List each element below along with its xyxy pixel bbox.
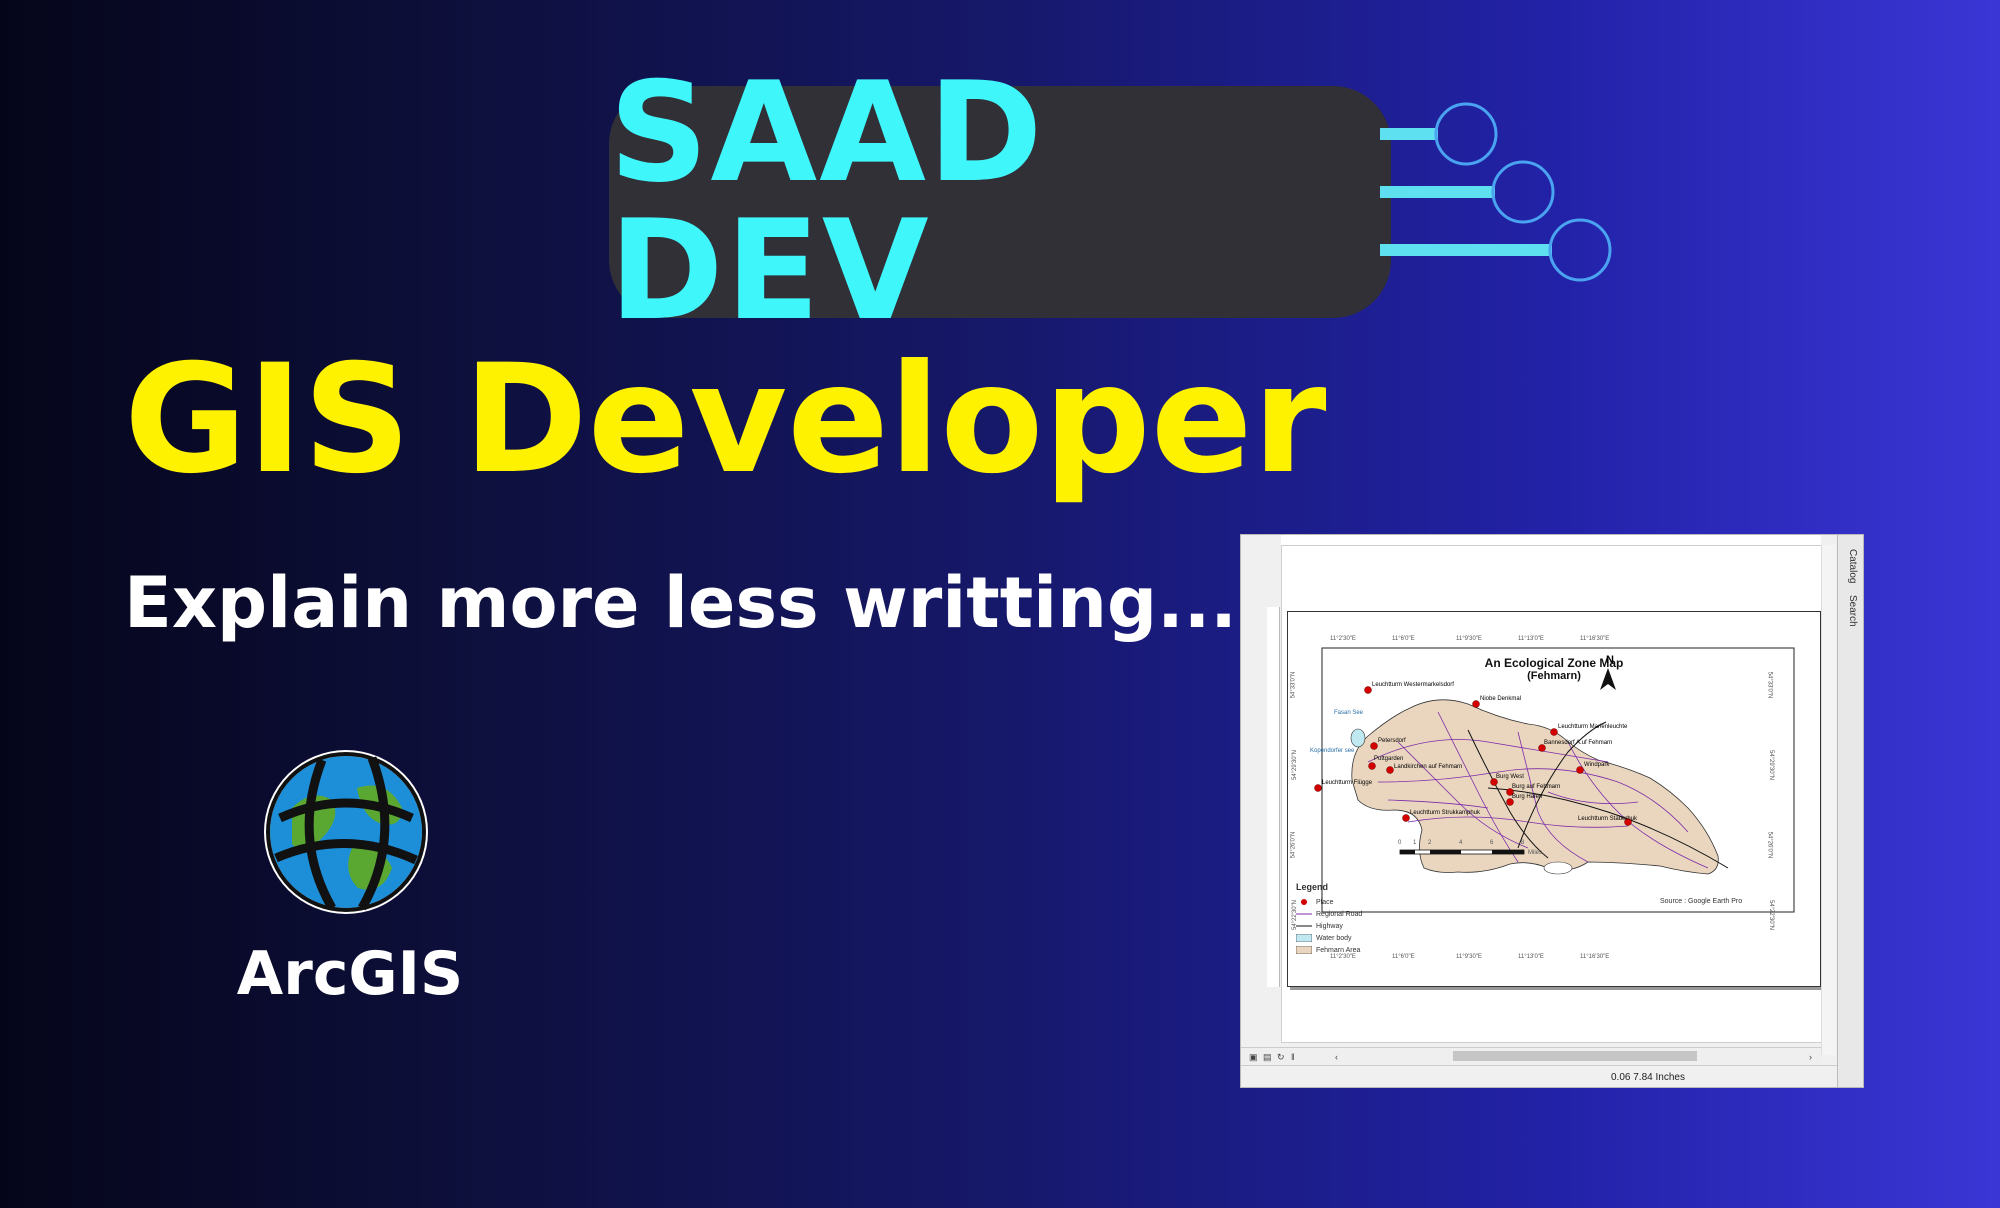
place-label: Leuchtturm Strukkamphuk	[1410, 810, 1481, 816]
grat-top: 11°13'0"E	[1518, 636, 1544, 642]
grat-top: 11°2'30"E	[1330, 636, 1356, 642]
place-label: Landkirchen auf Fehmarn	[1394, 764, 1463, 770]
grat-left: 54°26'0"N	[1290, 831, 1297, 859]
place-label: Leuchtturm Marienleuchte	[1558, 724, 1628, 730]
brand-name: SAAD DEV	[609, 52, 1045, 351]
legend-label: Highway	[1316, 922, 1343, 930]
arcmap-screenshot: An Ecological Zone Map (Fehmarn) N 11°2'…	[1240, 534, 1864, 1088]
refresh-icon[interactable]: ↻	[1277, 1052, 1285, 1063]
legend-item: Regional Road	[1296, 908, 1362, 920]
map-subtitle: (Fehmarn)	[1527, 670, 1581, 682]
scale-tick: 4	[1459, 840, 1463, 846]
search-tab[interactable]: Search	[1842, 595, 1858, 627]
status-coordinates: 0.06 7.84 Inches	[1611, 1072, 1685, 1083]
legend-title: Legend	[1296, 882, 1329, 892]
scale-unit: Miles	[1528, 850, 1543, 856]
scroll-right-icon[interactable]: ›	[1809, 1052, 1812, 1062]
scroll-thumb[interactable]	[1453, 1051, 1697, 1061]
place-label: Niobe Denkmal	[1480, 696, 1522, 702]
grat-top: 11°6'0"E	[1392, 636, 1415, 642]
grat-left: 54°29'30"N	[1292, 749, 1299, 781]
grat-left: 54°33'0"N	[1290, 671, 1297, 699]
scale-tick: 0	[1398, 840, 1402, 846]
scale-tick: 8	[1521, 840, 1525, 846]
vertical-scrollbar[interactable]	[1821, 545, 1836, 1055]
grat-bottom: 11°9'30"E	[1456, 954, 1482, 960]
place-label: Windpark	[1584, 762, 1610, 768]
headline: GIS Developer	[124, 333, 1327, 507]
place-label: Leuchtturm Staberhuk	[1578, 816, 1638, 822]
place-label: Leuchtturm Westermarkelsdorf	[1372, 682, 1454, 688]
grat-bottom: 11°6'0"E	[1392, 954, 1415, 960]
map-title: An Ecological Zone Map	[1484, 656, 1624, 670]
grat-right: 54°33'0"N	[1766, 671, 1773, 699]
brand-badge: SAAD DEV	[609, 64, 1391, 340]
pause-icon[interactable]: ‖	[1291, 1052, 1295, 1062]
scroll-left-icon[interactable]: ‹	[1335, 1052, 1338, 1062]
catalog-tab[interactable]: Catalog	[1842, 549, 1858, 583]
status-bar: 0.06 7.84 Inches	[1241, 1065, 1837, 1087]
legend-item: Water body	[1296, 932, 1362, 944]
legend-label: Water body	[1316, 934, 1352, 942]
scale-bar	[1399, 849, 1525, 855]
grat-bottom: 11°16'30"E	[1580, 954, 1610, 960]
place-label: Leuchtturm Flügge	[1322, 780, 1373, 786]
legend-label: Fehmarn Area	[1316, 946, 1361, 954]
legend-label: Place	[1316, 898, 1334, 906]
place-label: Bannesdorf A.uf Fehmarn	[1544, 740, 1613, 746]
place-label: Burg West	[1496, 774, 1524, 780]
scale-tick: 1	[1413, 840, 1417, 846]
grat-top: 11°9'30"E	[1456, 636, 1482, 642]
place-label: Burg auf Fehmarn	[1512, 784, 1561, 790]
scale-tick: 2	[1428, 840, 1432, 846]
map-source: Source : Google Earth Pro	[1660, 898, 1743, 905]
place-label: Puttgarden	[1374, 756, 1404, 762]
subline: Explain more less writting.....	[124, 562, 1291, 644]
place-label: Burg Hafen	[1512, 794, 1543, 800]
map-legend: Legend Place Regional Road Highway Water…	[1296, 882, 1362, 956]
water-label: Fasan See	[1334, 710, 1364, 716]
layout-view-icon[interactable]: ▣	[1249, 1052, 1258, 1063]
grat-right: 54°29'30"N	[1768, 749, 1775, 781]
data-view-icon[interactable]: ▤	[1263, 1052, 1272, 1063]
grat-bottom: 11°13'0"E	[1518, 954, 1544, 960]
legend-item: Highway	[1296, 920, 1362, 932]
grat-right: 54°26'0"N	[1766, 831, 1773, 859]
map-frame: An Ecological Zone Map (Fehmarn) N 11°2'…	[1287, 611, 1821, 987]
scale-tick: 6	[1490, 840, 1494, 846]
connector-decoration	[1380, 102, 1612, 282]
grat-top: 11°16'30"E	[1580, 636, 1610, 642]
side-panel: Catalog Search	[1837, 535, 1863, 1087]
horizontal-scrollbar[interactable]: ▣ ▤ ↻ ‖ ‹ ›	[1241, 1047, 1821, 1064]
globe-icon	[264, 750, 428, 914]
north-label: N	[1606, 654, 1614, 666]
logo-label: ArcGIS	[236, 939, 464, 1009]
legend-label: Regional Road	[1316, 910, 1363, 918]
legend-item: Place	[1296, 896, 1362, 908]
place-label: Petersdorf	[1378, 738, 1406, 744]
legend-item: Fehmarn Area	[1296, 944, 1362, 956]
grat-right: 54°22'30"N	[1768, 899, 1775, 931]
ruler-left	[1267, 607, 1280, 987]
water-label: Kopendorfer see	[1310, 748, 1355, 754]
